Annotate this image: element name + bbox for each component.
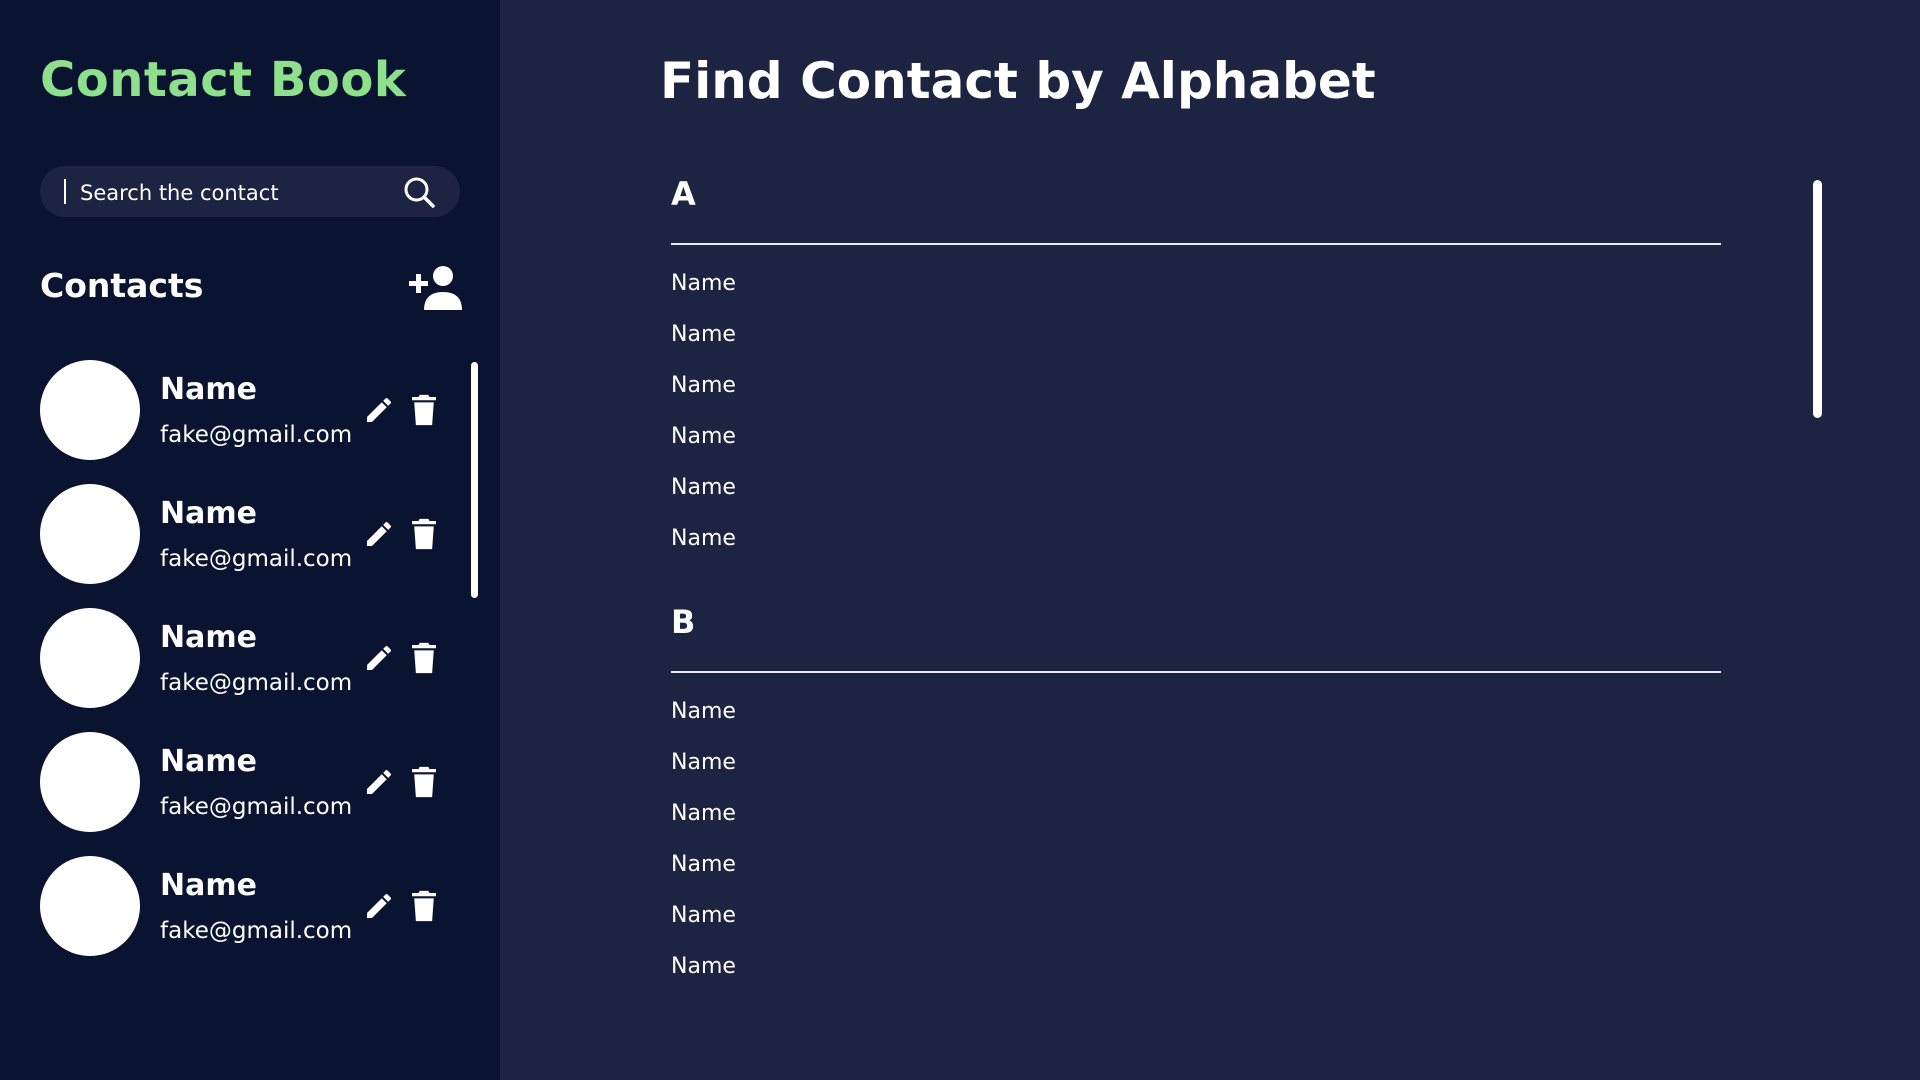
pencil-icon[interactable] (363, 890, 395, 922)
contact-item[interactable]: Name fake@gmail.com (40, 484, 460, 608)
contact-email: fake@gmail.com (160, 422, 353, 448)
contact-item[interactable]: Name fake@gmail.com (40, 732, 460, 856)
app-title: Contact Book (40, 52, 407, 108)
search-box[interactable] (40, 166, 460, 219)
contact-name-row[interactable]: Name (671, 699, 736, 724)
avatar (40, 360, 140, 460)
contact-name: Name (160, 868, 257, 903)
main-scrollbar[interactable] (1813, 180, 1822, 418)
avatar (40, 856, 140, 956)
contact-item[interactable]: Name fake@gmail.com (40, 856, 460, 980)
contact-name-row[interactable]: Name (671, 903, 736, 928)
main-title: Find Contact by Alphabet (660, 52, 1376, 110)
contact-name-row[interactable]: Name (671, 424, 736, 449)
contact-name-row[interactable]: Name (671, 475, 736, 500)
text-cursor (64, 179, 66, 204)
pencil-icon[interactable] (363, 642, 395, 674)
trash-icon[interactable] (411, 517, 437, 551)
contact-name: Name (160, 744, 257, 779)
avatar (40, 608, 140, 708)
section-letter: B (671, 603, 696, 641)
trash-icon[interactable] (411, 889, 437, 923)
contact-email: fake@gmail.com (160, 794, 353, 820)
section-letter: A (671, 175, 696, 213)
section-divider (671, 671, 1721, 673)
avatar (40, 732, 140, 832)
contact-email: fake@gmail.com (160, 546, 353, 572)
contact-name-row[interactable]: Name (671, 852, 736, 877)
contact-list: Name fake@gmail.com Name fake@gmail.com Name… (40, 360, 460, 980)
contact-name-row[interactable]: Name (671, 750, 736, 775)
search-input[interactable] (78, 166, 402, 219)
trash-icon[interactable] (411, 393, 437, 427)
contact-name: Name (160, 496, 257, 531)
pencil-icon[interactable] (363, 518, 395, 550)
contact-name-row[interactable]: Name (671, 322, 736, 347)
contact-name-row[interactable]: Name (671, 801, 736, 826)
trash-icon[interactable] (411, 765, 437, 799)
contact-name-row[interactable]: Name (671, 954, 736, 979)
contact-name-row[interactable]: Name (671, 526, 736, 551)
pencil-icon[interactable] (363, 394, 395, 426)
pencil-icon[interactable] (363, 766, 395, 798)
contact-email: fake@gmail.com (160, 918, 353, 944)
contact-item[interactable]: Name fake@gmail.com (40, 608, 460, 732)
trash-icon[interactable] (411, 641, 437, 675)
search-icon[interactable] (402, 175, 436, 209)
section-divider (671, 243, 1721, 245)
contacts-heading: Contacts (40, 266, 204, 305)
contact-email: fake@gmail.com (160, 670, 353, 696)
contact-name-row[interactable]: Name (671, 271, 736, 296)
avatar (40, 484, 140, 584)
sidebar: Contact Book Contacts Name fake@gmail.com… (0, 0, 500, 1080)
contact-name-row[interactable]: Name (671, 373, 736, 398)
sidebar-scrollbar[interactable] (471, 362, 478, 598)
contact-item[interactable]: Name fake@gmail.com (40, 360, 460, 484)
add-contact-icon[interactable] (408, 264, 462, 312)
contact-name: Name (160, 372, 257, 407)
contact-name: Name (160, 620, 257, 655)
